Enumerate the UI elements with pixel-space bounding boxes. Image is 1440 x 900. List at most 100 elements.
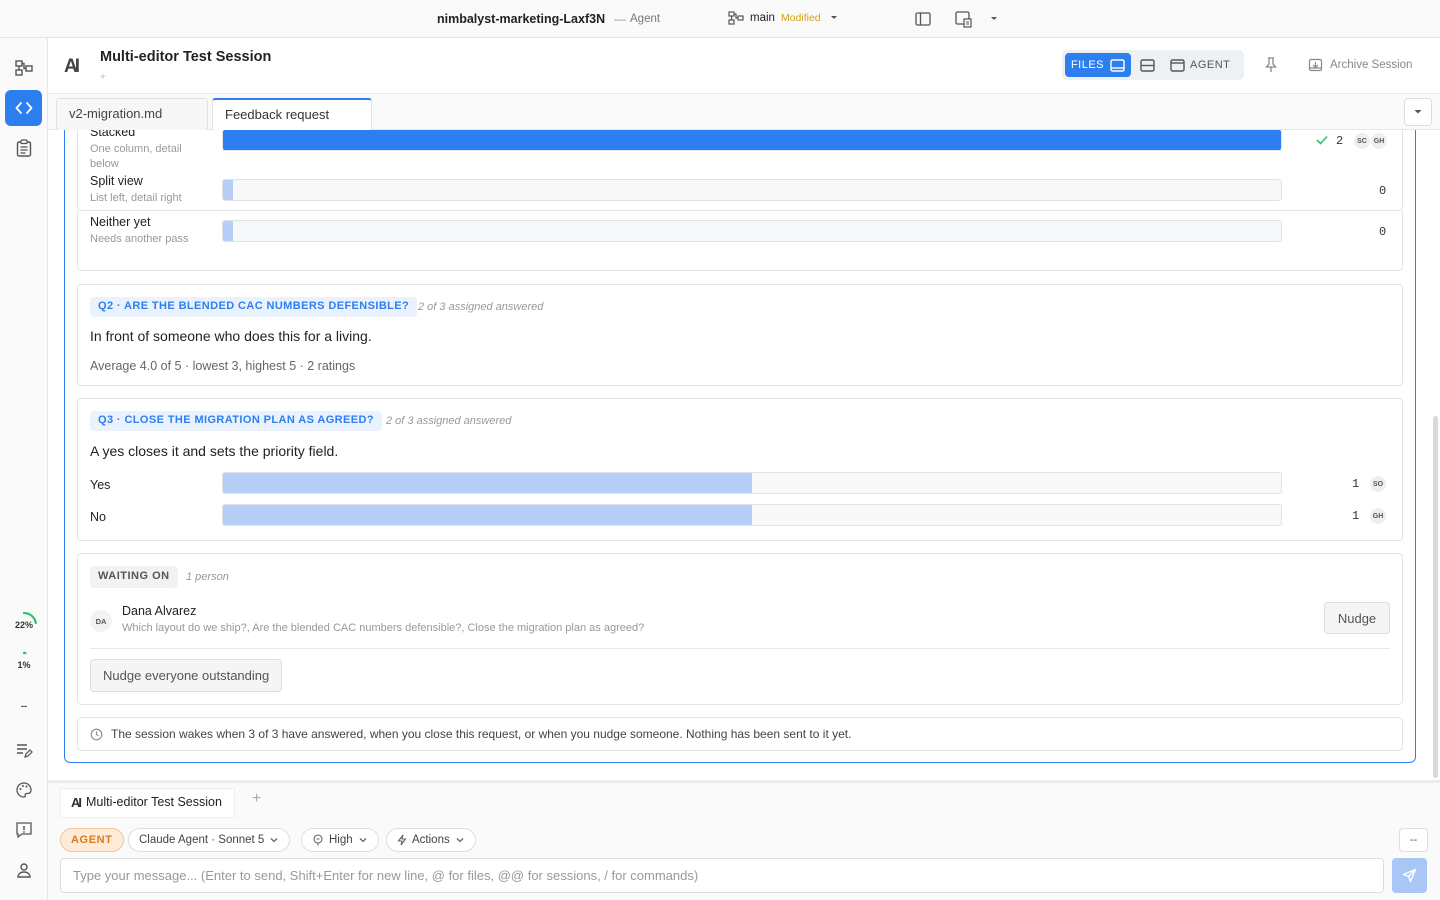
avatar: DA <box>90 610 112 632</box>
feedback-request-panel: Stacked One column, detail below 2 SC GH… <box>64 130 1416 763</box>
session-tab[interactable]: AI Multi-editor Test Session <box>60 788 235 818</box>
question-card-q3: Q3 · CLOSE THE MIGRATION PLAN AS AGREED?… <box>77 398 1403 541</box>
content-scrollbar[interactable] <box>1433 416 1438 778</box>
divider <box>90 648 1390 649</box>
actions-menu[interactable]: Actions <box>386 828 476 852</box>
archive-icon <box>1308 58 1323 72</box>
feedback-alert-icon <box>15 822 32 839</box>
person-pending-questions: Which layout do we ship?, Are the blende… <box>122 622 645 634</box>
check-icon <box>1316 135 1328 145</box>
send-button[interactable] <box>1392 858 1427 893</box>
sidebar-item-tasks[interactable] <box>5 130 42 166</box>
nudge-all-button[interactable]: Nudge everyone outstanding <box>90 659 283 692</box>
option-bar-neither-yet <box>222 220 1282 242</box>
user-icon <box>16 863 31 878</box>
usage-extra-label: -- <box>21 701 27 711</box>
usage-gauge-extra[interactable]: -- <box>9 691 39 721</box>
option-label-yes: Yes <box>90 478 111 492</box>
option-count: 0 <box>1379 184 1387 198</box>
option-label: Neither yet <box>90 215 151 229</box>
feedback-request-view: Stacked One column, detail below 2 SC GH… <box>48 130 1433 780</box>
file-tab-bar: v2-migration.md Feedback request <box>48 94 1440 130</box>
voter-avatar: SC <box>1354 133 1370 149</box>
option-description: List left, detail right <box>90 192 182 204</box>
sidebar-item-workflows[interactable] <box>5 50 42 86</box>
pin-session-button[interactable] <box>1264 57 1278 76</box>
branch-selector[interactable]: main Modified <box>728 11 841 25</box>
question-card-q1: Stacked One column, detail below 2 SC GH… <box>77 130 1403 211</box>
question-text: In front of someone who does this for a … <box>90 328 372 344</box>
title-mode: Agent <box>630 13 661 25</box>
chevron-down-icon <box>456 838 464 843</box>
title-separator: — <box>614 12 626 26</box>
context-usage-button[interactable]: -- <box>1399 828 1428 852</box>
question-text: A yes closes it and sets the priority fi… <box>90 443 339 459</box>
branch-status: Modified <box>780 12 821 24</box>
archive-session-button[interactable]: Archive Session <box>1308 58 1412 72</box>
file-view-button[interactable] <box>955 10 973 28</box>
option-split-view: Split view List left, detail right <box>90 174 198 206</box>
app-logo: AI <box>64 56 80 77</box>
tabs-overflow-dropdown[interactable] <box>1404 98 1432 126</box>
chevron-down-icon <box>830 16 837 19</box>
agent-mode-button[interactable]: AGENT <box>1170 53 1240 77</box>
split-horizontal-icon <box>1139 58 1155 72</box>
add-tag-button[interactable]: + <box>100 72 106 83</box>
app-logo-small: AI <box>71 795 82 810</box>
waiting-on-card: WAITING ON 1 person DA Dana Alvarez Whic… <box>77 553 1403 705</box>
option-label: Stacked <box>90 130 136 139</box>
sidebar-item-theme[interactable] <box>5 772 42 808</box>
sidebar-item-feedback[interactable] <box>5 812 42 848</box>
actions-label: Actions <box>412 834 450 846</box>
tab-feedback-request[interactable]: Feedback request <box>212 98 372 130</box>
sidebar-item-edit[interactable] <box>5 732 42 768</box>
pin-icon <box>1265 57 1277 72</box>
effort-selector[interactable]: High <box>301 828 379 852</box>
option-description: One column, detail below <box>90 143 182 170</box>
message-input[interactable] <box>60 858 1384 893</box>
question-progress: 2 of 3 assigned answered <box>386 415 512 427</box>
git-branch-icon <box>728 11 744 25</box>
bar-fill <box>223 473 752 493</box>
split-mode-button[interactable] <box>1138 56 1156 74</box>
option-count: 0 <box>1379 225 1387 239</box>
wake-note: The session wakes when 3 of 3 have answe… <box>77 717 1403 751</box>
chevron-down-icon <box>359 838 367 843</box>
new-session-tab-button[interactable]: + <box>252 790 261 808</box>
option-neither-yet: Neither yet Needs another pass <box>90 215 220 247</box>
title-bar: nimbalyst-marketing-Laxf3N — Agent main … <box>0 0 1440 38</box>
file-view-dropdown[interactable] <box>987 10 1001 28</box>
chevron-down-icon <box>1414 110 1422 114</box>
sidebar-item-code[interactable] <box>5 90 42 126</box>
waiting-count: 1 person <box>186 571 229 583</box>
usage-session-label: 22% <box>14 620 33 630</box>
session-title[interactable]: Multi-editor Test Session <box>100 49 271 65</box>
tab-v2-migration[interactable]: v2-migration.md <box>56 98 208 130</box>
question-tag: Q2 · ARE THE BLENDED CAC NUMBERS DEFENSI… <box>90 297 418 317</box>
usage-gauge-session[interactable]: 22% <box>9 610 39 640</box>
question-tag: Q3 · CLOSE THE MIGRATION PLAN AS AGREED? <box>90 411 382 431</box>
wake-note-text: The session wakes when 3 of 3 have answe… <box>111 727 852 741</box>
palette-icon <box>15 782 32 798</box>
option-count: 1 <box>1352 509 1360 523</box>
window-icon <box>1110 58 1125 72</box>
nudge-button[interactable]: Nudge <box>1324 602 1390 634</box>
voter-avatar: SO <box>1370 476 1386 492</box>
bar-fill <box>223 221 233 241</box>
toggle-sidebar-button[interactable] <box>914 10 932 28</box>
bar-fill <box>223 130 1281 150</box>
chevron-down-icon <box>991 17 997 20</box>
send-icon <box>1402 868 1417 883</box>
usage-gauge-weekly[interactable]: 1% <box>9 650 39 680</box>
option-bar-yes <box>222 472 1282 494</box>
code-brackets-icon <box>15 102 32 114</box>
sidebar-panel-icon <box>915 12 931 26</box>
question-card-q2: Q2 · ARE THE BLENDED CAC NUMBERS DEFENSI… <box>77 284 1403 386</box>
left-sidebar: 22% 1% -- <box>0 38 48 900</box>
rating-summary: Average 4.0 of 5 · lowest 3, highest 5 ·… <box>90 359 356 373</box>
sidebar-item-account[interactable] <box>5 852 42 888</box>
agent-mode-badge[interactable]: AGENT <box>60 828 124 852</box>
files-mode-button[interactable]: FILES <box>1065 53 1131 77</box>
clock-icon <box>90 728 103 740</box>
model-selector[interactable]: Claude Agent · Sonnet 5 <box>128 828 291 852</box>
